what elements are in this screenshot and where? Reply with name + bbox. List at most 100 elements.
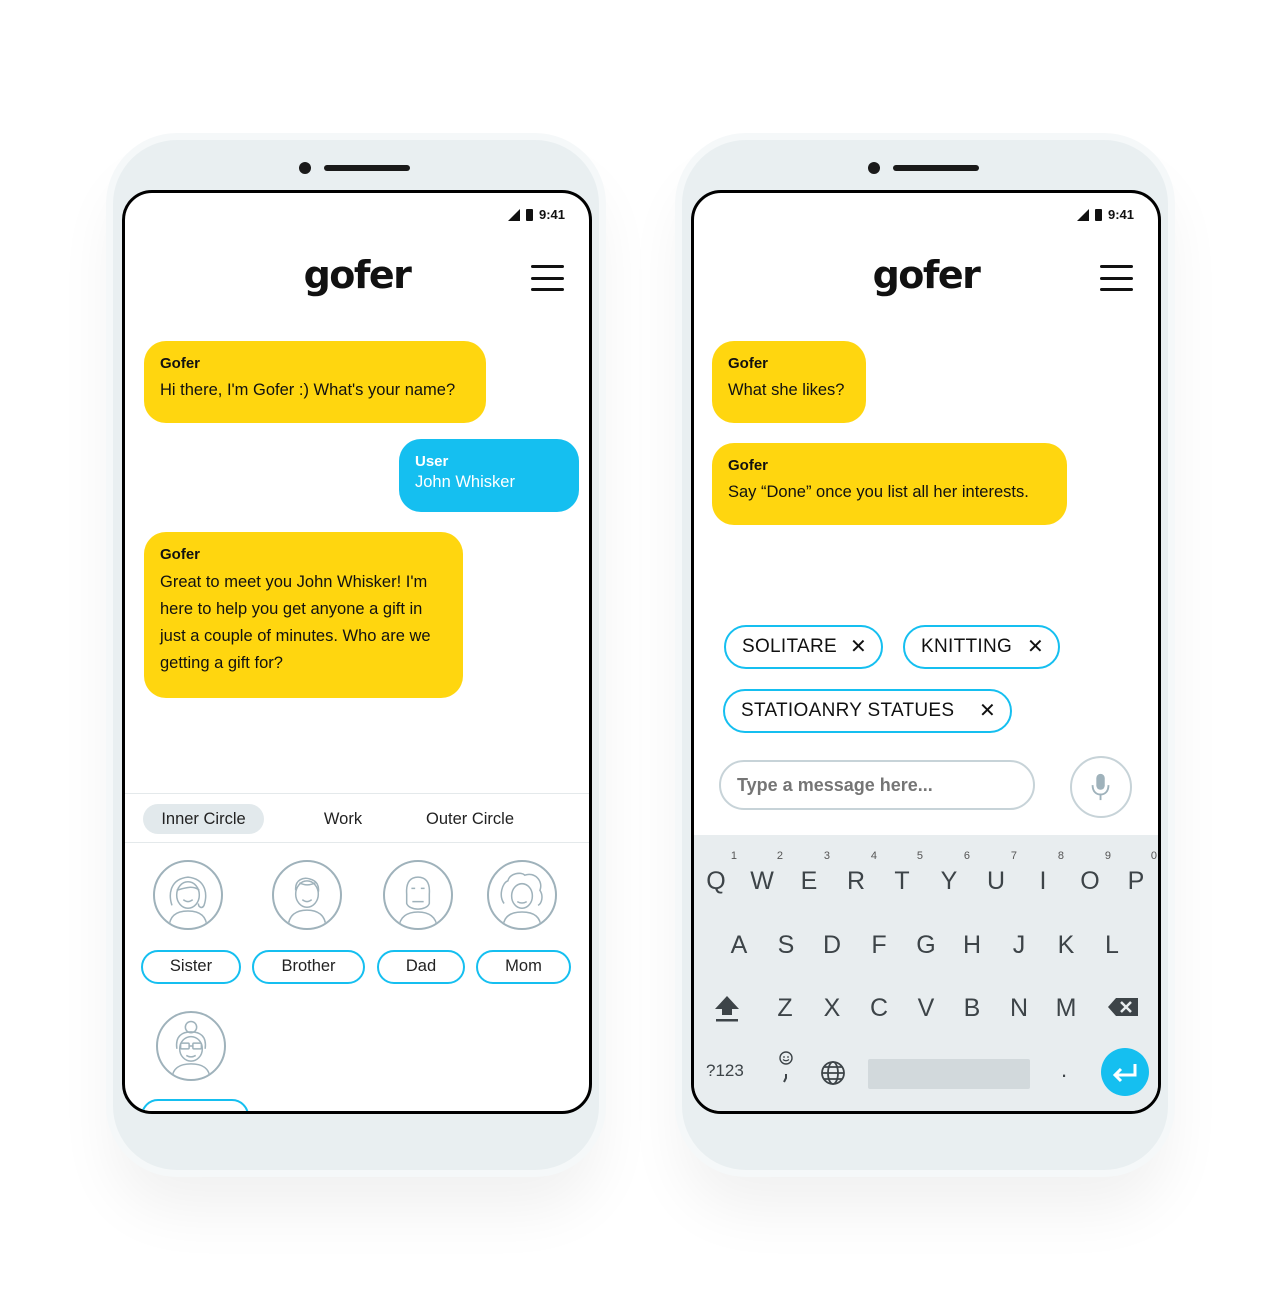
globe-icon [821,1061,845,1085]
circle-tabs: Inner Circle Work Outer Circle [125,793,589,843]
bubble-sender: Gofer [160,546,201,563]
key-d[interactable]: D [812,925,852,965]
shift-arrow-icon [715,996,739,1022]
key-q[interactable]: Q1 [696,851,737,901]
contact-brother-button[interactable]: Brother [252,950,365,984]
phone-left: 9:41 gofer Gofer Hi there, I'm Gofer :) … [113,140,599,1170]
contact-dad-button[interactable]: Dad [377,950,465,984]
remove-chip-icon[interactable]: ✕ [850,634,867,659]
hamburger-menu-icon[interactable] [1100,265,1133,291]
key-s[interactable]: S [766,925,806,965]
key-m[interactable]: M [1046,988,1086,1028]
bearded-man-avatar-icon [398,876,438,928]
camera-dot [299,162,311,174]
key-j[interactable]: J [999,925,1039,965]
key-n[interactable]: N [999,988,1039,1028]
contact-sister-button[interactable]: Sister [141,950,241,984]
tab-work[interactable]: Work [313,804,373,834]
app-logo: gofer [303,253,412,297]
speaker-grill [893,165,979,171]
keyboard: Q1 W2 E3 R4 T5 Y6 U7 I8 O9 P0 A S D F G … [694,835,1158,1111]
key-t[interactable]: T5 [882,851,923,901]
hamburger-menu-icon[interactable] [531,265,564,291]
chip-label: SOLITARE [742,636,837,657]
symbols-key[interactable]: ?123 [706,1061,744,1081]
contact-mom-button[interactable]: Mom [476,950,571,984]
key-e[interactable]: E3 [789,851,830,901]
microphone-icon [1091,773,1110,801]
key-i[interactable]: I8 [1023,851,1064,901]
signal-icon [1076,208,1089,221]
bubble-sender: User [415,453,449,470]
return-arrow-icon [1112,1064,1137,1083]
bubble-sender: Gofer [160,355,201,372]
status-bar: 9:41 [1076,207,1134,222]
key-w[interactable]: W2 [742,851,783,901]
key-y[interactable]: Y6 [929,851,970,901]
camera-dot [868,162,880,174]
screen-left: 9:41 gofer Gofer Hi there, I'm Gofer :) … [122,190,592,1114]
man-avatar-icon [287,877,327,928]
space-key[interactable] [868,1059,1030,1089]
key-r[interactable]: R4 [836,851,877,901]
interest-chip-knitting: KNITTING ✕ [903,625,1060,669]
woman-avatar-icon [168,876,208,928]
chat-bubble-user: User John Whisker [399,439,579,512]
remove-chip-icon[interactable]: ✕ [1027,634,1044,659]
key-h[interactable]: H [952,925,992,965]
emoji-icon [779,1051,793,1083]
speaker-grill [324,165,410,171]
interest-chip-stationary-statues: STATIOANRY STATUES ✕ [723,689,1012,733]
avatar-sister[interactable] [153,860,223,930]
bubble-text: Hi there, I'm Gofer :) What's your name? [160,381,456,399]
status-bar: 9:41 [507,207,565,222]
microphone-button[interactable] [1070,756,1132,818]
key-g[interactable]: G [906,925,946,965]
interest-chip-solitare: SOLITARE ✕ [724,625,883,669]
battery-icon [525,208,533,221]
bubble-sender: Gofer [728,457,769,474]
avatar-grandma[interactable] [156,1011,226,1081]
bubble-text: Great to meet you John Whisker! I'm here… [160,573,431,672]
key-k[interactable]: K [1046,925,1086,965]
enter-button[interactable] [1101,1048,1149,1096]
bubble-text: What she likes? [728,381,845,399]
app-logo: gofer [872,253,981,297]
backspace-key[interactable] [1104,987,1144,1027]
key-v[interactable]: V [906,988,946,1028]
bubble-sender: Gofer [728,355,769,372]
tab-outer-circle[interactable]: Outer Circle [415,804,525,834]
key-u[interactable]: U7 [976,851,1017,901]
language-key[interactable] [818,1058,848,1088]
chat-bubble-gofer: Gofer Say “Done” once you list all her i… [712,443,1067,525]
avatar-dad[interactable] [383,860,453,930]
period-key[interactable]: . [1061,1057,1067,1083]
backspace-icon [1108,998,1138,1016]
battery-icon [1094,208,1102,221]
remove-chip-icon[interactable]: ✕ [979,698,996,723]
key-c[interactable]: C [859,988,899,1028]
key-p[interactable]: P0 [1116,851,1157,901]
chip-label: STATIOANRY STATUES [741,700,955,721]
key-b[interactable]: B [952,988,992,1028]
status-time: 9:41 [1107,207,1134,222]
avatar-brother[interactable] [272,860,342,930]
key-f[interactable]: F [859,925,899,965]
key-a[interactable]: A [719,925,759,965]
key-o[interactable]: O9 [1070,851,1111,901]
key-z[interactable]: Z [765,988,805,1028]
chat-bubble-gofer: Gofer Hi there, I'm Gofer :) What's your… [144,341,486,423]
key-l[interactable]: L [1092,925,1132,965]
chat-bubble-gofer: Gofer Great to meet you John Whisker! I'… [144,532,463,698]
message-input[interactable] [719,760,1035,810]
bubble-text: Say “Done” once you list all her interes… [728,483,1029,501]
avatar-mom[interactable] [487,860,557,930]
signal-icon [507,208,520,221]
woman-curly-avatar-icon [500,872,543,928]
tab-inner-circle[interactable]: Inner Circle [143,804,264,834]
chip-label: KNITTING [921,636,1013,657]
key-x[interactable]: X [812,988,852,1028]
contact-partial-button[interactable] [141,1099,249,1111]
shift-key[interactable] [707,987,747,1027]
emoji-key[interactable] [776,1049,796,1089]
